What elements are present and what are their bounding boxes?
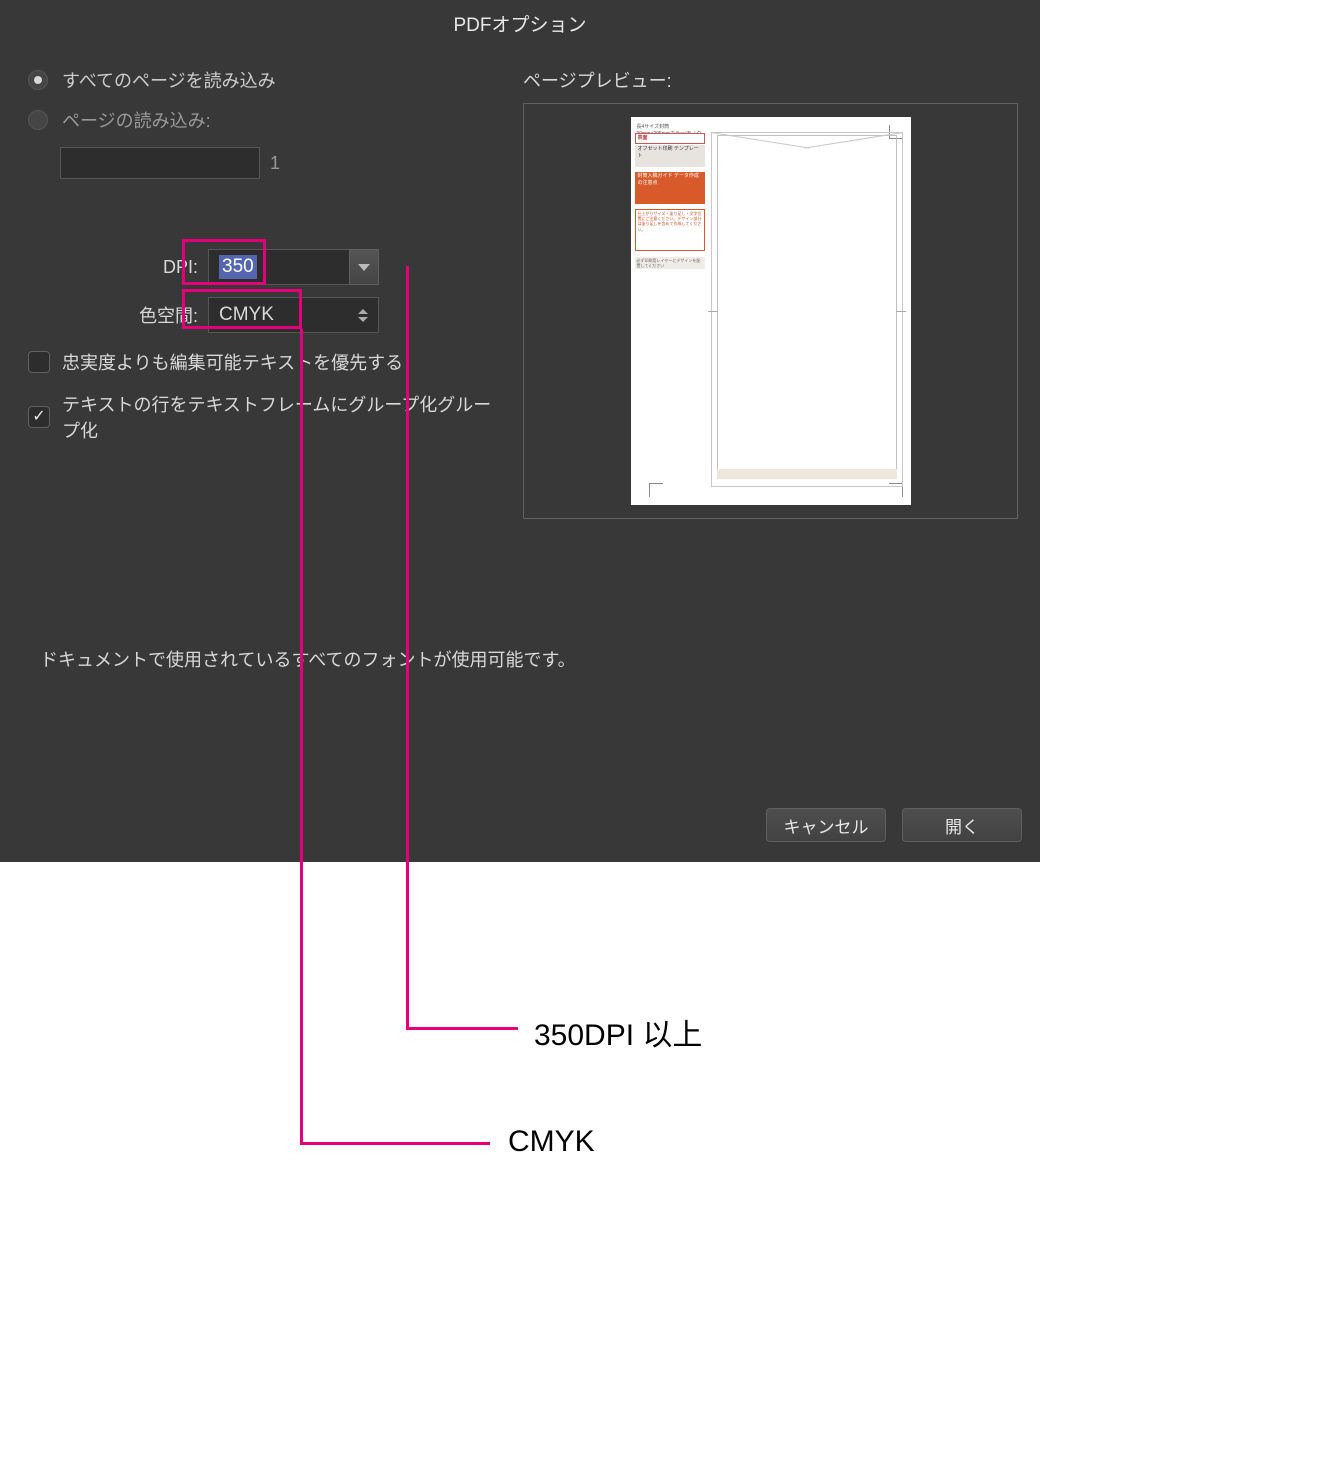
- annotation-line-dpi-v: [406, 266, 409, 1030]
- checkbox-unchecked-icon: [28, 351, 50, 373]
- colorspace-label: 色空間:: [28, 302, 208, 328]
- chevron-down-icon: [358, 264, 370, 271]
- preview-orange-box: 封筒入稿ガイド データ作成の注意点: [635, 172, 705, 204]
- checkbox-group-text-label: テキストの行をテキストフレームにグループ化グループ化: [62, 391, 508, 443]
- dpi-label: DPI:: [28, 257, 208, 278]
- button-bar: キャンセル 開く: [766, 808, 1022, 842]
- dpi-field-row: DPI: 350: [28, 249, 508, 285]
- radio-unselected-icon: [28, 110, 48, 130]
- checkbox-editable-text[interactable]: 忠実度よりも編集可能テキストを優先する: [28, 349, 508, 375]
- left-panel: すべてのページを読み込み ページの読み込み: 1 DPI: 350: [28, 67, 508, 519]
- colorspace-field-row: 色空間: CMYK: [28, 297, 508, 333]
- preview-title: オフセット印刷 テンプレート: [635, 145, 705, 167]
- radio-all-pages-label: すべてのページを読み込み: [62, 67, 276, 93]
- annotation-line-dpi-h: [406, 1027, 518, 1030]
- open-button[interactable]: 開く: [902, 808, 1022, 842]
- annotation-dpi-label: 350DPI 以上: [534, 1010, 702, 1054]
- page-range-row: 1: [28, 147, 508, 179]
- radio-selected-icon: [28, 70, 48, 90]
- checkbox-group-text[interactable]: ✓ テキストの行をテキストフレームにグループ化グループ化: [28, 391, 508, 443]
- dpi-dropdown-button[interactable]: [349, 249, 379, 285]
- right-panel: ページプレビュー: 長4サイズ封筒 90mm×205mmカラー/モノクロ: [508, 67, 1020, 519]
- dialog-content: すべてのページを読み込み ページの読み込み: 1 DPI: 350: [0, 67, 1040, 519]
- pdf-options-dialog: PDFオプション すべてのページを読み込み ページの読み込み: 1 DPI:: [0, 0, 1040, 862]
- annotation-line-cs-v: [300, 329, 303, 1145]
- preview-outline-box: 仕上がりサイズ・塗り足し・文字位置にご注意ください。デザイン部分は塗り足しを含め…: [635, 209, 705, 251]
- checkbox-editable-text-label: 忠実度よりも編集可能テキストを優先する: [62, 349, 403, 375]
- stepper-icon: [358, 309, 368, 322]
- page-preview-box: 長4サイズ封筒 90mm×205mmカラー/モノクロ 表面 オフセット印刷 テン…: [523, 103, 1018, 519]
- page-total-count: 1: [270, 153, 280, 174]
- preview-tag: 表面: [635, 133, 705, 144]
- colorspace-value: CMYK: [219, 304, 274, 326]
- radio-page-range-label: ページの読み込み:: [62, 107, 211, 133]
- radio-all-pages[interactable]: すべてのページを読み込み: [28, 67, 508, 93]
- preview-label: ページプレビュー:: [523, 67, 1020, 93]
- preview-gray-box: 必ず印刷用レイヤーにデザインを配置してください: [635, 257, 705, 269]
- cancel-button[interactable]: キャンセル: [766, 808, 886, 842]
- dialog-title: PDFオプション: [0, 6, 1040, 67]
- dpi-input[interactable]: 350: [208, 249, 349, 285]
- annotation-line-cs-h: [300, 1142, 490, 1145]
- font-status-text: ドキュメントで使用されているすべてのフォントが使用可能です。: [40, 646, 576, 672]
- page-range-input[interactable]: [60, 147, 260, 179]
- checkbox-checked-icon: ✓: [28, 406, 50, 428]
- preview-page: 長4サイズ封筒 90mm×205mmカラー/モノクロ 表面 オフセット印刷 テン…: [631, 117, 911, 505]
- annotation-cs-label: CMYK: [508, 1125, 595, 1159]
- dpi-value: 350: [219, 255, 257, 279]
- colorspace-select[interactable]: CMYK: [208, 297, 379, 333]
- radio-page-range[interactable]: ページの読み込み:: [28, 107, 508, 133]
